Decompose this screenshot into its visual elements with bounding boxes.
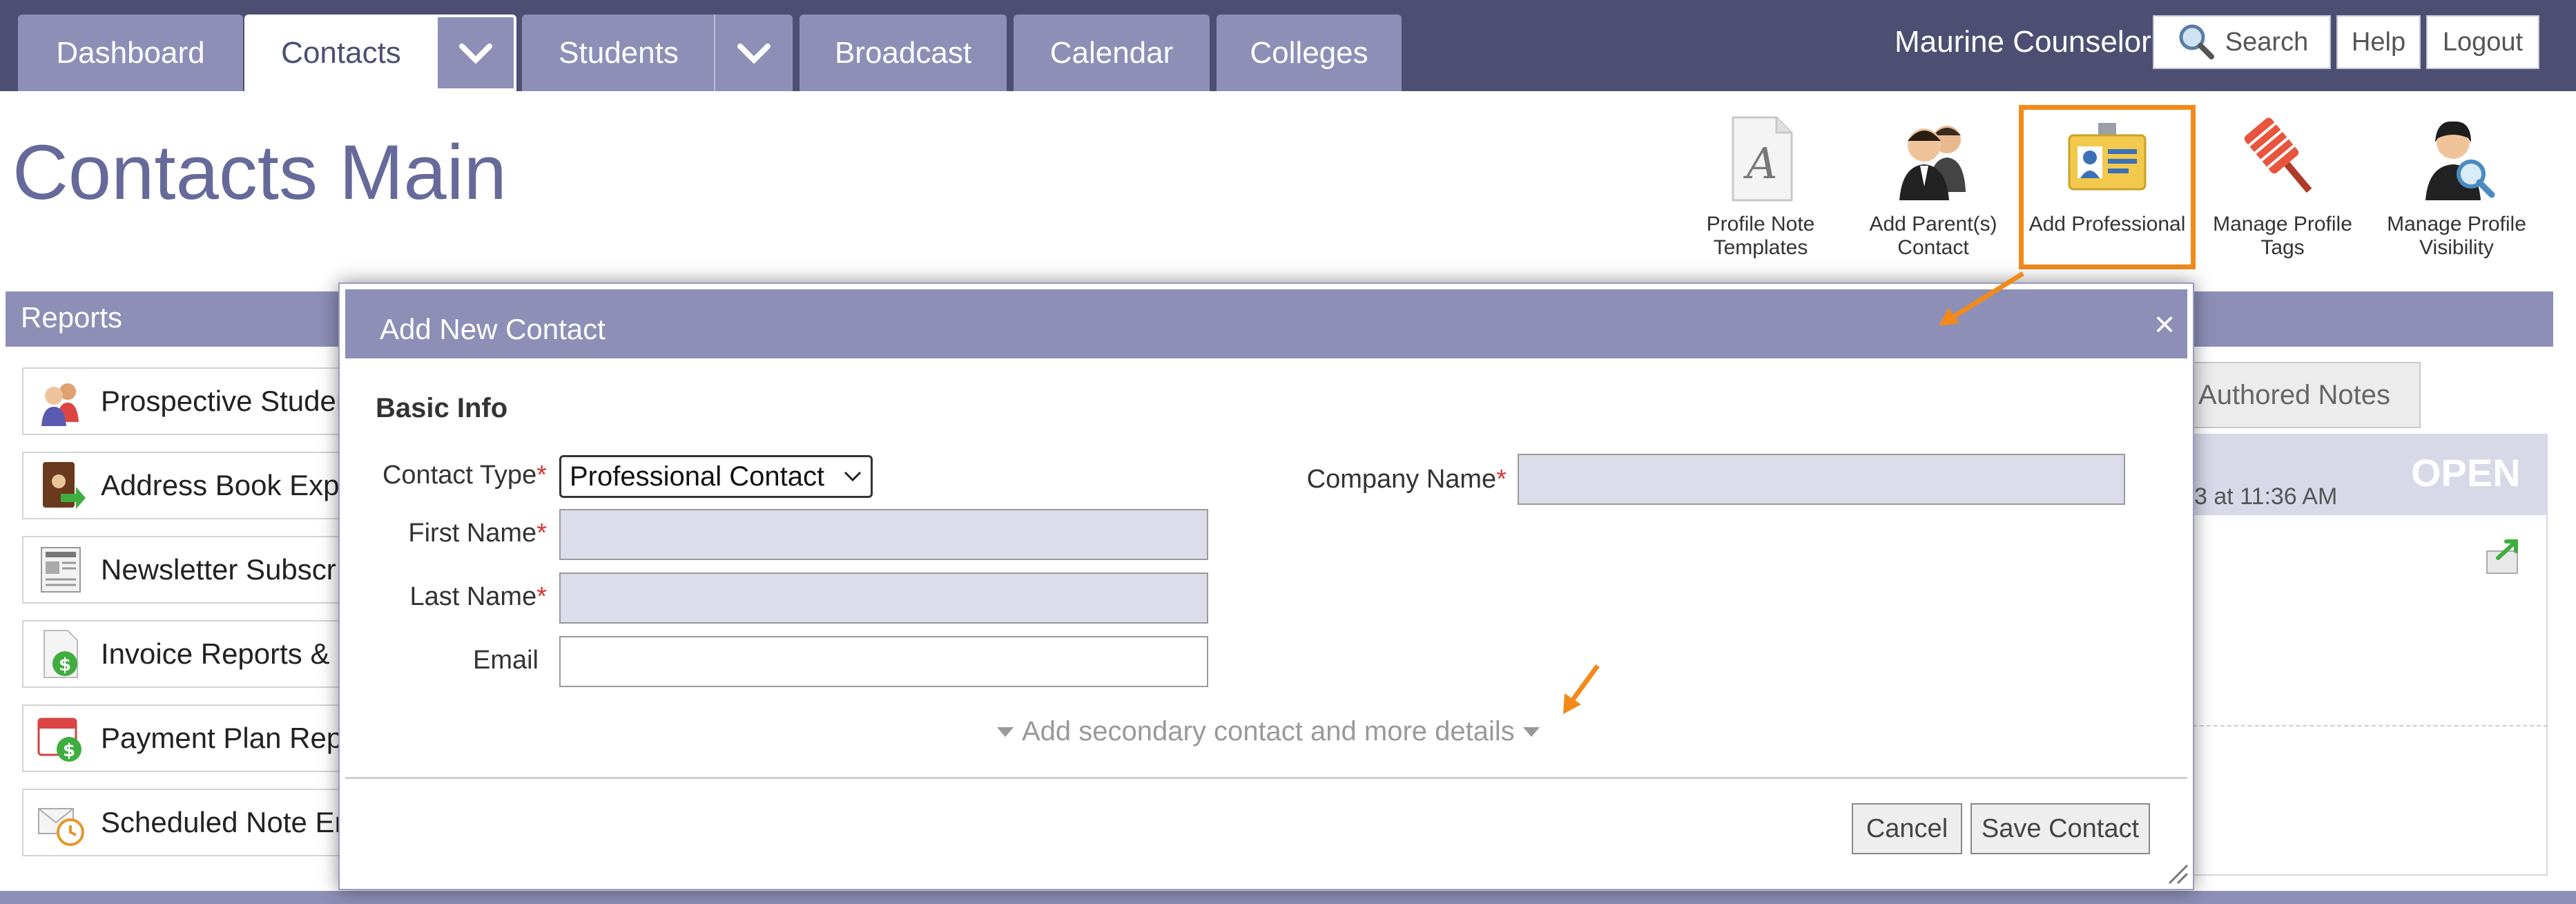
contacts-dropdown-toggle[interactable] <box>435 15 516 91</box>
report-item-label: Invoice Reports & S <box>101 637 358 670</box>
report-item-label: Scheduled Note Em <box>101 806 359 838</box>
contact-type-label-text: Contact Type <box>382 461 537 490</box>
add-secondary-contact-label: Add secondary contact and more details <box>1022 716 1515 747</box>
tab-broadcast-label: Broadcast <box>834 35 972 70</box>
tab-students-label: Students <box>559 35 679 70</box>
contact-type-label: Contact Type* <box>367 461 547 490</box>
tab-dashboard[interactable]: Dashboard <box>18 15 243 91</box>
email-label: Email <box>472 646 539 675</box>
company-name-label-text: Company Name <box>1306 465 1497 494</box>
add-parent-contact-action[interactable]: Add Parent(s) Contact <box>1850 110 2016 260</box>
manage-profile-tags-action[interactable]: Manage Profile Tags <box>2200 110 2365 260</box>
people-icon <box>41 383 79 426</box>
tab-colleges-label: Colleges <box>1250 35 1368 70</box>
help-button-label: Help <box>2351 27 2406 57</box>
profile-note-templates-label: Profile Note Templates <box>1706 213 1815 259</box>
required-marker: * <box>536 519 547 548</box>
search-button[interactable]: Search <box>2153 15 2331 69</box>
company-name-label: Company Name* <box>1230 465 1507 494</box>
svg-text:A: A <box>1743 138 1778 189</box>
report-item-label: Newsletter Subscr <box>101 553 336 586</box>
manage-profile-visibility-action[interactable]: Manage Profile Visibility <box>2374 110 2539 260</box>
logout-button-label: Logout <box>2442 27 2524 57</box>
tab-calendar-label: Calendar <box>1049 35 1174 70</box>
logout-button[interactable]: Logout <box>2426 15 2539 69</box>
add-professional-label: Add Professional <box>2028 213 2186 235</box>
contact-type-value: Professional Contact <box>570 461 825 492</box>
manage-profile-tags-label: Manage Profile Tags <box>2213 213 2352 259</box>
tab-contacts-label: Contacts <box>281 35 401 70</box>
last-name-label-text: Last Name <box>409 582 537 611</box>
address-book-icon <box>43 462 86 509</box>
note-timestamp: 3 at 11:36 AM <box>2194 483 2338 510</box>
bottom-section-bar <box>0 891 2576 904</box>
tab-contacts[interactable]: Contacts <box>244 15 438 91</box>
svg-text:$: $ <box>63 740 75 761</box>
last-name-input[interactable] <box>559 573 1208 624</box>
resize-handle-icon[interactable] <box>2162 858 2190 886</box>
export-note-icon[interactable] <box>2483 535 2526 577</box>
students-dropdown-toggle[interactable] <box>714 15 793 91</box>
first-name-input[interactable] <box>559 509 1208 560</box>
contact-type-select[interactable]: Professional Contact <box>559 455 873 498</box>
report-item-label: Address Book Expo <box>101 469 356 501</box>
manage-profile-tags-icon <box>2244 117 2312 193</box>
report-item-label: Payment Plan Repo <box>101 722 359 754</box>
note-status-badge: OPEN <box>2411 451 2521 494</box>
add-new-contact-dialog: Add New Contact × Basic Info Contact Typ… <box>338 282 2194 890</box>
required-marker: * <box>536 461 547 490</box>
help-button[interactable]: Help <box>2336 15 2421 69</box>
search-icon <box>2179 24 2214 59</box>
first-name-label-text: First Name <box>408 519 537 548</box>
note-divider <box>2193 725 2548 727</box>
add-secondary-contact-link[interactable]: Add secondary contact and more details <box>996 716 1541 747</box>
page-title: Contacts Main <box>12 129 507 215</box>
dialog-footer-divider <box>345 777 2187 779</box>
tab-broadcast[interactable]: Broadcast <box>800 15 1007 91</box>
add-parent-contact-label: Add Parent(s) Contact <box>1869 213 1997 259</box>
required-marker: * <box>536 582 547 611</box>
newspaper-icon <box>41 547 81 593</box>
chevron-down-icon <box>459 43 492 64</box>
search-button-label: Search <box>2225 27 2309 57</box>
tab-authored-notes-label: Authored Notes <box>2198 379 2390 410</box>
add-professional-icon <box>2068 123 2147 191</box>
tab-dashboard-label: Dashboard <box>56 35 205 70</box>
tab-authored-notes[interactable]: Authored Notes <box>2168 362 2421 428</box>
invoice-icon: $ <box>43 630 78 678</box>
first-name-label: First Name* <box>367 519 547 548</box>
report-item-label: Prospective Studen <box>101 385 353 417</box>
profile-note-templates-action[interactable]: A Profile Note Templates <box>1678 110 1843 260</box>
svg-text:$: $ <box>59 655 71 675</box>
caret-down-icon <box>997 727 1014 737</box>
required-marker: * <box>1496 465 1507 494</box>
add-professional-action[interactable]: Add Professional <box>2024 110 2190 236</box>
cancel-button[interactable]: Cancel <box>1852 803 1962 854</box>
chevron-down-icon <box>737 43 771 64</box>
dialog-header: Add New Contact × <box>345 289 2187 358</box>
calendar-payment-icon: $ <box>37 718 81 762</box>
caret-down-icon <box>1522 727 1540 737</box>
tab-calendar[interactable]: Calendar <box>1014 15 1210 91</box>
basic-info-heading: Basic Info <box>376 393 508 423</box>
annotation-arrow-icon <box>1563 664 1600 714</box>
manage-profile-visibility-label: Manage Profile Visibility <box>2387 213 2526 259</box>
email-input[interactable] <box>559 636 1208 687</box>
scheduled-email-icon <box>38 808 84 846</box>
reports-title: Reports <box>21 301 123 334</box>
profile-note-templates-icon: A <box>1732 116 1793 202</box>
save-contact-button[interactable]: Save Contact <box>1970 803 2150 854</box>
manage-profile-visibility-icon <box>2425 121 2495 200</box>
close-icon[interactable]: × <box>2147 307 2182 343</box>
add-parent-contact-icon <box>1899 126 1966 200</box>
dialog-title: Add New Contact <box>380 313 606 345</box>
annotation-arrow-icon <box>1939 271 2024 326</box>
chevron-down-icon <box>844 471 862 482</box>
tab-colleges[interactable]: Colleges <box>1217 15 1402 91</box>
last-name-label: Last Name* <box>367 582 547 612</box>
user-name: Maurine Counselor <box>1895 25 2151 59</box>
company-name-input[interactable] <box>1518 454 2125 505</box>
tab-students[interactable]: Students <box>522 15 715 91</box>
